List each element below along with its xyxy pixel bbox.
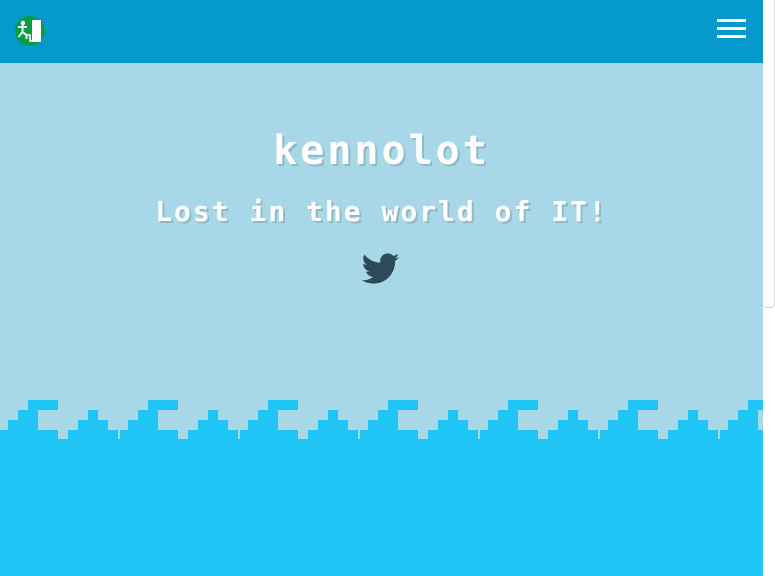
menu-bar-bottom (717, 35, 746, 38)
scrollbar-thumb[interactable] (763, 0, 775, 308)
twitter-icon[interactable] (362, 253, 400, 285)
exit-runner-logo-icon[interactable] (14, 15, 46, 47)
hamburger-menu-button[interactable] (715, 17, 749, 43)
site-tagline: Lost in the world of IT! (155, 195, 608, 228)
site-title: kennolot (273, 128, 490, 174)
pixel-waves (0, 398, 763, 576)
navbar (0, 0, 763, 63)
menu-bar-middle (717, 27, 746, 30)
menu-bar-top (717, 19, 746, 22)
page: kennolot Lost in the world of IT! (0, 0, 763, 576)
